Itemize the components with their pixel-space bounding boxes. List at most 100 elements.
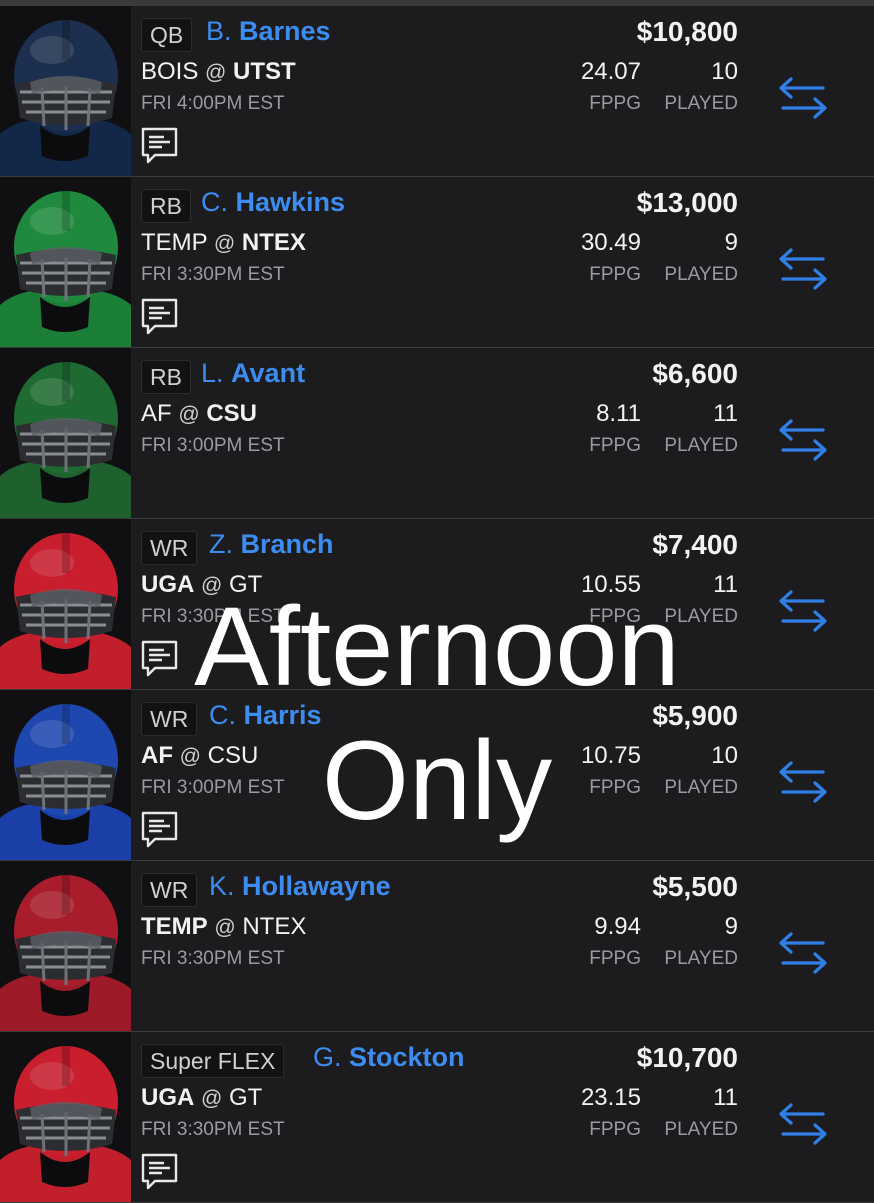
player-first-initial: L. [201,358,224,388]
swap-player-icon[interactable] [775,74,831,122]
fppg-label: FPPG [589,948,641,969]
games-played-label: PLAYED [664,264,738,285]
player-headshot [0,519,131,689]
game-time: FRI 4:00PM EST [141,93,285,114]
player-name-link[interactable]: C. Hawkins [201,187,345,218]
player-row[interactable]: WR C. Harris $5,900 AF @ CSU FRI 3:00PM … [0,690,874,861]
fppg-value: 10.55 [580,571,641,598]
game-matchup: UGA @ GT [141,1084,262,1112]
swap-player-icon[interactable] [775,416,831,464]
game-matchup: BOIS @ UTST [141,58,296,86]
fppg-label: FPPG [589,777,641,798]
position-badge: WR [141,873,198,907]
player-first-initial: C. [209,700,236,730]
home-team: UTST [233,58,296,85]
at-symbol: @ [214,916,236,939]
helmet-image [0,348,131,518]
position-badge: QB [141,18,193,52]
games-played-value: 11 [713,400,738,427]
player-name-link[interactable]: Z. Branch [209,529,334,560]
games-played-value: 10 [711,742,738,769]
helmet-image [0,1032,131,1202]
swap-player-icon[interactable] [775,1100,831,1148]
fppg-value: 10.75 [580,742,641,769]
player-notes-icon[interactable] [140,639,180,679]
player-headshot [0,861,131,1031]
home-team: NTEX [241,229,306,256]
home-team: NTEX [242,913,307,940]
helmet-image [0,861,131,1031]
games-played-value: 9 [724,913,738,940]
fppg-label: FPPG [589,93,641,114]
away-team: UGA [141,1084,195,1111]
player-row[interactable]: RB C. Hawkins $13,000 TEMP @ NTEX FRI 3:… [0,177,874,348]
fppg-label: FPPG [589,435,641,456]
game-time: FRI 3:00PM EST [141,777,285,798]
player-name-link[interactable]: K. Hollawayne [209,871,391,902]
at-symbol: @ [201,574,223,597]
game-time: FRI 3:30PM EST [141,264,285,285]
games-played-label: PLAYED [664,435,738,456]
helmet-image [0,177,131,347]
games-played-label: PLAYED [664,1119,738,1140]
player-first-initial: K. [209,871,235,901]
helmet-image [0,690,131,860]
home-team: CSU [207,742,259,769]
player-name-link[interactable]: L. Avant [201,358,305,389]
player-row[interactable]: WR K. Hollawayne $5,500 TEMP @ NTEX FRI … [0,861,874,1032]
game-matchup: TEMP @ NTEX [141,913,306,941]
games-played-label: PLAYED [664,93,738,114]
away-team: BOIS [141,58,199,85]
player-notes-icon[interactable] [140,126,180,166]
helmet-image [0,519,131,689]
player-headshot [0,690,131,860]
fppg-label: FPPG [589,264,641,285]
helmet-image [0,6,131,176]
player-row[interactable]: WR Z. Branch $7,400 UGA @ GT FRI 3:30PM … [0,519,874,690]
swap-player-icon[interactable] [775,245,831,293]
player-row[interactable]: Super FLEX G. Stockton $10,700 UGA @ GT … [0,1032,874,1203]
games-played-label: PLAYED [664,948,738,969]
player-row[interactable]: QB B. Barnes $10,800 BOIS @ UTST FRI 4:0… [0,6,874,177]
fppg-value: 8.11 [596,400,641,427]
player-last-name: Avant [231,358,306,388]
home-team: GT [229,1084,263,1111]
player-notes-icon[interactable] [140,297,180,337]
game-matchup: AF @ CSU [141,400,257,428]
away-team: AF [141,400,172,427]
player-last-name: Branch [240,529,334,559]
player-first-initial: Z. [209,529,233,559]
player-first-initial: G. [313,1042,342,1072]
swap-player-icon[interactable] [775,587,831,635]
player-headshot [0,6,131,176]
away-team: TEMP [141,229,208,256]
game-time: FRI 3:00PM EST [141,435,285,456]
player-salary: $5,500 [652,871,738,902]
player-last-name: Harris [243,700,322,730]
player-salary: $7,400 [652,529,738,560]
position-badge: RB [141,360,191,394]
swap-player-icon[interactable] [775,929,831,977]
swap-player-icon[interactable] [775,758,831,806]
games-played-value: 10 [711,58,738,85]
games-played-label: PLAYED [664,606,738,627]
player-last-name: Stockton [349,1042,465,1072]
fppg-label: FPPG [589,606,641,627]
player-salary: $5,900 [652,700,738,731]
player-name-link[interactable]: G. Stockton [313,1042,465,1073]
game-time: FRI 3:30PM EST [141,1119,285,1140]
player-notes-icon[interactable] [140,1152,180,1192]
fppg-value: 23.15 [580,1084,641,1111]
game-matchup: AF @ CSU [141,742,258,770]
player-notes-icon[interactable] [140,810,180,850]
player-name-link[interactable]: C. Harris [209,700,322,731]
away-team: AF [141,742,173,769]
player-headshot [0,1032,131,1202]
away-team: UGA [141,571,195,598]
player-headshot [0,348,131,518]
player-row[interactable]: RB L. Avant $6,600 AF @ CSU FRI 3:00PM E… [0,348,874,519]
player-salary: $13,000 [636,187,738,218]
home-team: CSU [206,400,258,427]
player-name-link[interactable]: B. Barnes [206,16,331,47]
away-team: TEMP [141,913,208,940]
